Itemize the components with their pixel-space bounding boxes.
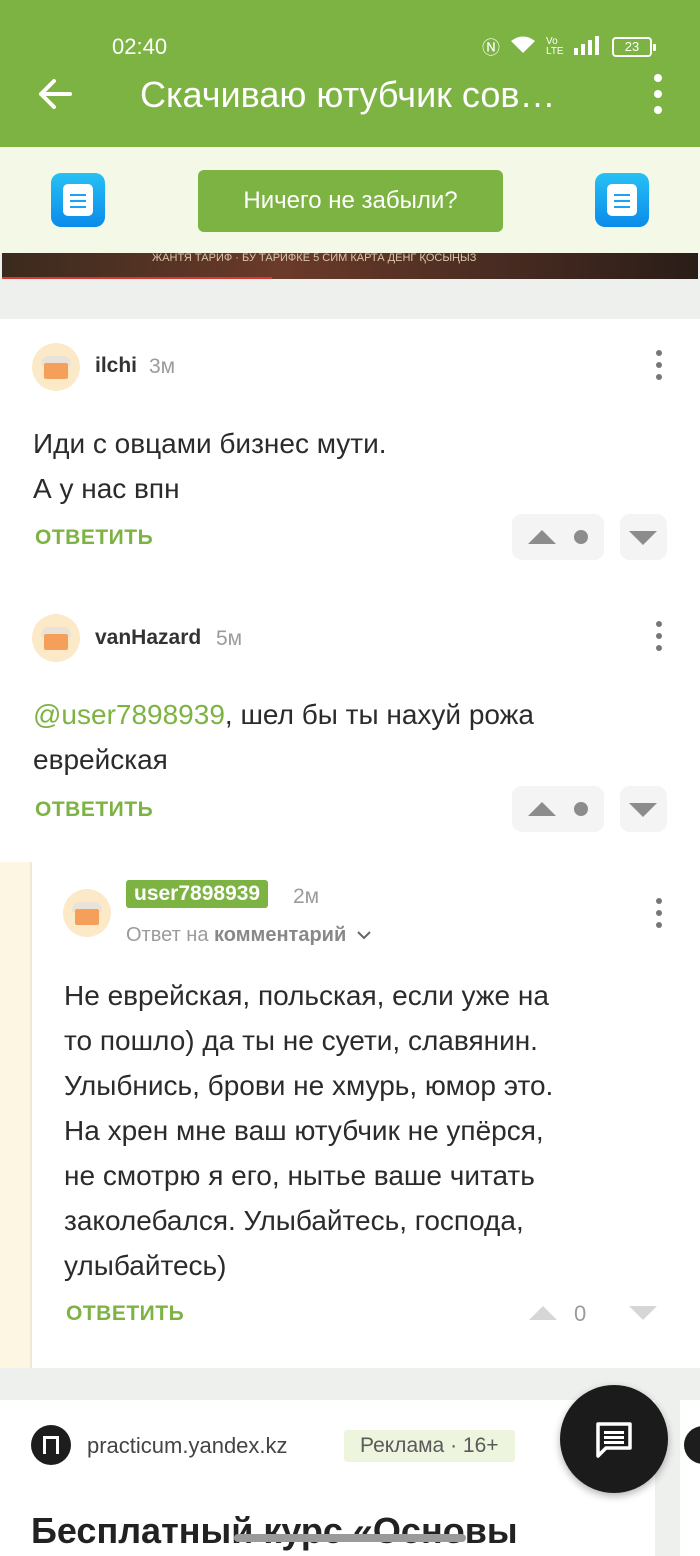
user-mention-link[interactable]: @user7898939: [33, 699, 225, 730]
nfc-icon: Ⓝ: [482, 38, 500, 58]
back-button[interactable]: [34, 73, 76, 115]
reply-to-target[interactable]: комментарий: [214, 924, 346, 946]
home-indicator[interactable]: [234, 1534, 466, 1542]
ad-domain[interactable]: practicum.yandex.kz: [87, 1433, 288, 1459]
comment-text: @user7898939, шел бы ты нахуй рожа еврей…: [33, 692, 534, 782]
ad-headline[interactable]: Бесплатный курс «Основы: [31, 1510, 631, 1552]
app-bar: 02:40 Ⓝ Vo LTE 23 Скачиваю ютубчик сов…: [0, 0, 700, 147]
comment-line: На хрен мне ваш ютубчик не упёрся,: [64, 1115, 544, 1146]
comment-menu-button[interactable]: [652, 350, 666, 380]
notes-icon[interactable]: [51, 173, 105, 227]
comment-time: 5м: [216, 627, 243, 650]
comment-time: 2м: [293, 885, 320, 908]
notes-icon[interactable]: [595, 173, 649, 227]
comment-line: Улыбнись, брови не хмурь, юмор это.: [64, 1070, 554, 1101]
banner-image[interactable]: ЖАНТЯ ТАРИФ · БУ ТАРИФКЕ 5 СИМ КАРТА ДЕН…: [2, 253, 698, 279]
avatar[interactable]: [63, 889, 111, 937]
downvote-box: [620, 786, 667, 832]
status-time: 02:40: [112, 34, 168, 59]
comment-menu-button[interactable]: [652, 621, 666, 651]
avatar[interactable]: [32, 343, 80, 391]
vote-box: [512, 786, 604, 832]
comment-time: 3м: [149, 355, 176, 378]
reply-to-label[interactable]: Ответ на комментарий: [126, 924, 372, 947]
comment-rating: 0: [574, 1301, 587, 1326]
reminder-button[interactable]: Ничего не забыли?: [198, 170, 503, 232]
downvote-icon[interactable]: [629, 531, 657, 545]
comment-line: А у нас впн: [33, 473, 180, 504]
avatar[interactable]: [32, 614, 80, 662]
upvote-icon[interactable]: [528, 802, 556, 816]
vote-box: [512, 514, 604, 560]
wifi-icon: [510, 35, 536, 60]
rating-hidden-dot: [574, 530, 588, 544]
chat-icon: [596, 1422, 632, 1458]
downvote-icon[interactable]: [629, 803, 657, 817]
comment-username[interactable]: ilchi: [95, 354, 137, 378]
downvote-box: [620, 514, 667, 560]
upvote-icon[interactable]: [529, 1306, 557, 1320]
comment-username[interactable]: vanHazard: [95, 626, 201, 650]
chevron-down-icon: [357, 931, 371, 940]
comment-line: , шел бы ты нахуй рожа: [224, 699, 534, 730]
comment-username-badge[interactable]: user7898939: [126, 880, 269, 908]
upvote-icon[interactable]: [528, 530, 556, 544]
comment-line: не смотрю я его, нытье ваше читать: [64, 1160, 535, 1191]
page-title: Скачиваю ютубчик сов…: [140, 74, 556, 115]
comment-line: то пошло) да ты не суети, славянин.: [64, 1025, 538, 1056]
reply-button[interactable]: ОТВЕТИТЬ: [66, 1302, 184, 1326]
next-ad-card[interactable]: [680, 1400, 700, 1556]
rating-hidden-dot: [574, 802, 588, 816]
volte-icon: Vo LTE: [546, 36, 564, 57]
comment-fab-button[interactable]: [560, 1385, 668, 1493]
status-icons: Ⓝ Vo LTE 23: [482, 34, 656, 60]
comment-menu-button[interactable]: [652, 898, 666, 928]
battery-icon: 23: [612, 37, 656, 57]
comment-line: заколебался. Улыбайтесь, господа,: [64, 1205, 524, 1236]
thread-rail: [0, 862, 32, 1368]
more-options-button[interactable]: [646, 74, 670, 114]
signal-icon: [574, 35, 602, 60]
ad-logo-icon: [31, 1425, 71, 1465]
ad-card[interactable]: practicum.yandex.kz Реклама · 16+ Беспла…: [0, 1400, 655, 1556]
reply-to-prefix: Ответ на: [126, 924, 209, 946]
comment-text: Иди с овцами бизнес мути. А у нас впн: [33, 421, 387, 511]
reply-button[interactable]: ОТВЕТИТЬ: [35, 798, 153, 822]
comment-line: еврейская: [33, 744, 168, 775]
reminder-bar: Ничего не забыли?: [0, 147, 700, 253]
reply-button[interactable]: ОТВЕТИТЬ: [35, 526, 153, 550]
ad-badge[interactable]: Реклама · 16+: [344, 1430, 515, 1462]
comment-line: Не еврейская, польская, если уже на: [64, 980, 549, 1011]
arrow-left-icon: [39, 79, 72, 109]
comment-text: Не еврейская, польская, если уже на то п…: [64, 973, 553, 1288]
downvote-icon[interactable]: [629, 1306, 657, 1320]
comment-line: Иди с овцами бизнес мути.: [33, 428, 387, 459]
comment-line: улыбайтесь): [64, 1250, 227, 1281]
